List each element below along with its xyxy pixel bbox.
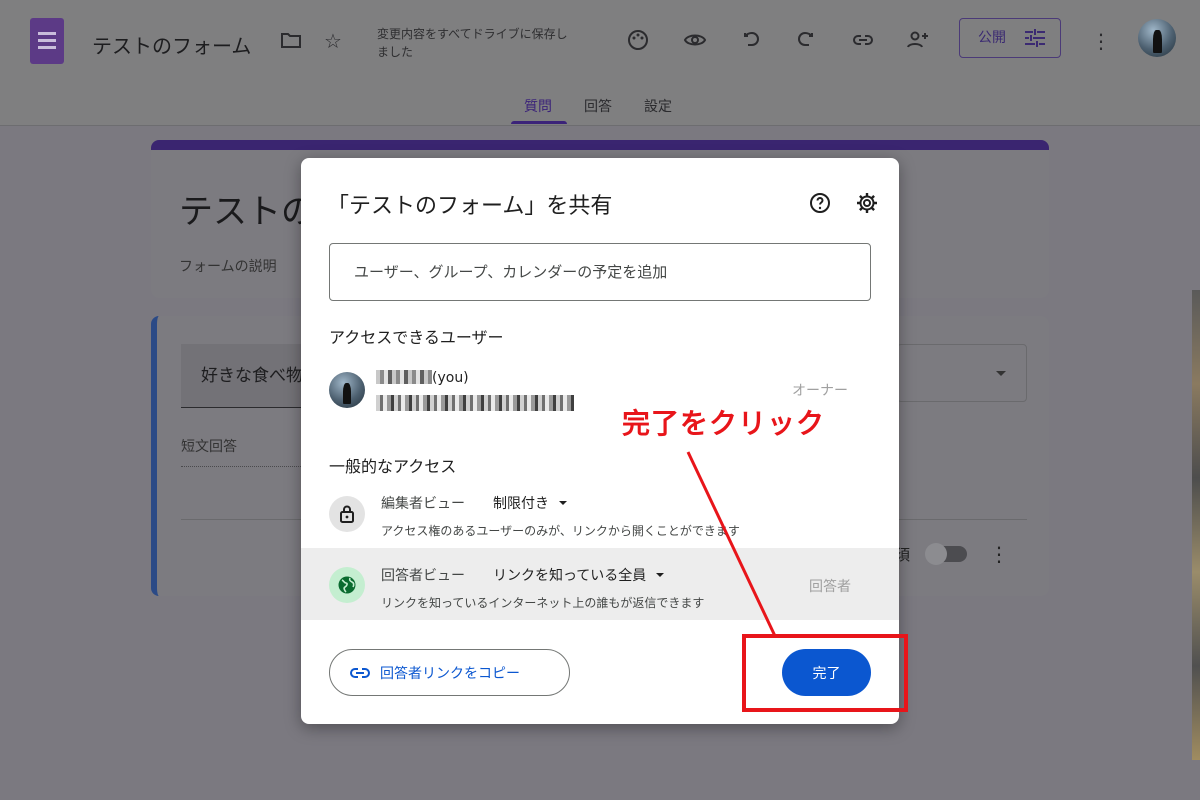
background-window-edge: [1192, 290, 1200, 760]
active-tab-indicator: [511, 121, 567, 124]
help-icon[interactable]: [808, 191, 832, 215]
responder-view-label: 回答者ビュー: [381, 568, 465, 584]
question-type-select[interactable]: [897, 344, 1027, 402]
undo-icon[interactable]: [738, 28, 764, 54]
form-description[interactable]: フォームの説明: [179, 256, 277, 276]
link-icon: [350, 668, 370, 678]
responder-role: 回答者: [809, 579, 851, 595]
tab-settings[interactable]: 設定: [644, 96, 672, 116]
globe-icon: [329, 567, 365, 603]
required-toggle[interactable]: [925, 543, 967, 565]
annotation-callout: 完了をクリック: [622, 407, 826, 440]
account-avatar[interactable]: [1138, 19, 1176, 57]
add-people-input[interactable]: [329, 243, 871, 301]
save-status: 変更内容をすべてドライブに保存しました: [377, 27, 568, 59]
settings-sliders-icon: [1025, 29, 1045, 47]
responder-access-select[interactable]: リンクを知っている全員: [493, 565, 664, 585]
owner-avatar: [329, 372, 365, 408]
editor-tabs: 質問 回答 設定: [0, 78, 1200, 126]
preview-eye-icon[interactable]: [682, 28, 708, 54]
copy-responder-link-button[interactable]: 回答者リンクをコピー: [329, 649, 570, 696]
form-title[interactable]: テストのフォーム: [92, 30, 251, 59]
people-with-access-heading: アクセスできるユーザー: [329, 328, 504, 347]
publish-button[interactable]: 公開: [959, 18, 1061, 58]
star-icon[interactable]: ☆: [320, 28, 346, 54]
form-heading[interactable]: テストの: [179, 184, 315, 233]
question-more-icon[interactable]: ⋮: [989, 542, 1009, 566]
forms-logo-icon[interactable]: [30, 18, 64, 64]
palette-icon[interactable]: [625, 28, 651, 54]
lock-icon: [329, 496, 365, 532]
general-access-heading: 一般的なアクセス: [329, 457, 457, 476]
add-collaborator-icon[interactable]: [905, 28, 931, 54]
top-app-bar: テストのフォーム ☆ 変更内容をすべてドライブに保存しました 公開 ⋮: [0, 0, 1200, 78]
tab-questions[interactable]: 質問: [524, 96, 552, 116]
editor-access-select[interactable]: 制限付き: [493, 493, 567, 513]
more-vert-icon[interactable]: ⋮: [1088, 28, 1114, 54]
owner-name: (you): [376, 370, 469, 386]
gear-icon[interactable]: [855, 191, 879, 215]
short-answer-placeholder: 短文回答: [181, 436, 321, 467]
redacted-email: [376, 395, 574, 411]
annotation-highlight-box: [742, 634, 908, 712]
redo-icon[interactable]: [793, 28, 819, 54]
responder-access-description: リンクを知っているインターネット上の誰もが返信できます: [381, 596, 705, 610]
redacted-name: [376, 370, 432, 384]
owner-role: オーナー: [792, 383, 848, 399]
folder-icon[interactable]: [278, 28, 304, 54]
dialog-title: 「テストのフォーム」を共有: [327, 194, 613, 219]
editor-access-description: アクセス権のあるユーザーのみが、リンクから開くことができます: [381, 524, 740, 538]
editor-view-label: 編集者ビュー: [381, 496, 465, 512]
link-icon[interactable]: [850, 28, 876, 54]
tab-responses[interactable]: 回答: [584, 96, 612, 116]
